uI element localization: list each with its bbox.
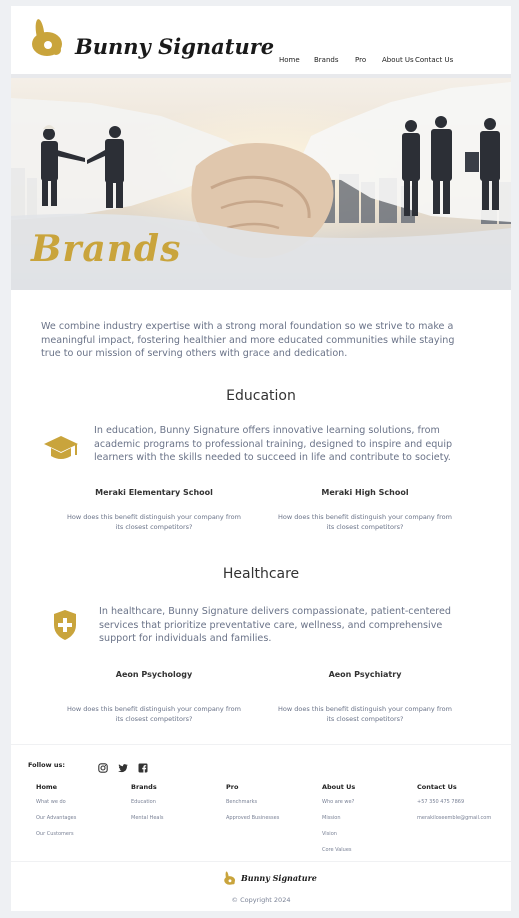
- facebook-icon[interactable]: [138, 758, 148, 773]
- item-title-meraki-high: Meraki High School: [321, 488, 409, 497]
- footer-link[interactable]: Our Customers: [36, 831, 76, 837]
- footer-heading: Brands: [131, 783, 157, 791]
- shield-plus-icon: [53, 609, 77, 641]
- footer-link[interactable]: Benchmarks: [226, 799, 279, 805]
- item-desc-aeon-psychiatry: How does this benefit distinguish your c…: [278, 705, 452, 723]
- education-text: In education, Bunny Signature offers inn…: [94, 425, 453, 463]
- item-desc-meraki-high: How does this benefit distinguish your c…: [278, 513, 452, 531]
- nav-brands[interactable]: Brands: [314, 56, 339, 64]
- footer-email[interactable]: merakiloseemble@gmail.com: [417, 815, 491, 821]
- healthcare-title: Healthcare: [222, 566, 300, 582]
- footer-link[interactable]: Approved Businesses: [226, 815, 279, 821]
- footer-heading: About Us: [322, 783, 356, 791]
- copyright: © Copyright 2024: [231, 896, 291, 904]
- footer-link[interactable]: Our Advantages: [36, 815, 76, 821]
- footer-heading: Contact Us: [417, 783, 457, 791]
- bunny-logo-icon: [32, 19, 62, 56]
- item-title-aeon-psychiatry: Aeon Psychiatry: [328, 670, 402, 679]
- header: Bunny Signature Home Brands Pro About Us…: [11, 6, 511, 74]
- footer-column-brands: Brands Education Mental Heals: [131, 783, 163, 831]
- footer-heading: Pro: [226, 783, 239, 791]
- item-desc-meraki-elementary: How does this benefit distinguish your c…: [67, 513, 241, 531]
- follow-us-label: Follow us:: [28, 761, 65, 769]
- item-title-meraki-elementary: Meraki Elementary School: [95, 488, 213, 497]
- footer-divider: [11, 861, 511, 862]
- footer-column-about-us: About Us Who are we? Mission Vision Core…: [322, 783, 355, 863]
- footer-brand-name: Bunny Signature: [241, 873, 317, 883]
- nav-pro[interactable]: Pro: [355, 56, 366, 64]
- item-desc-aeon-psychology: How does this benefit distinguish your c…: [67, 705, 241, 723]
- page: Bunny Signature Home Brands Pro About Us…: [11, 6, 511, 911]
- item-title-aeon-psychology: Aeon Psychology: [115, 670, 193, 679]
- footer-link[interactable]: Vision: [322, 831, 355, 837]
- twitter-icon[interactable]: [118, 758, 128, 773]
- intro-paragraph: We combine industry expertise with a str…: [41, 321, 455, 359]
- brand-logo[interactable]: Bunny Signature: [23, 14, 274, 66]
- bunny-logo-icon: [224, 871, 236, 885]
- footer-link[interactable]: Education: [131, 799, 163, 805]
- instagram-icon[interactable]: [98, 758, 108, 773]
- hero-banner: Brands: [11, 78, 511, 290]
- footer-phone[interactable]: +57 350 475 7869: [417, 799, 491, 805]
- footer-link[interactable]: Mission: [322, 815, 355, 821]
- nav-about-us[interactable]: About Us: [382, 56, 414, 64]
- healthcare-text: In healthcare, Bunny Signature delivers …: [99, 606, 451, 644]
- footer-link[interactable]: Mental Heals: [131, 815, 163, 821]
- footer-column-home: Home What we do Our Advantages Our Custo…: [36, 783, 76, 847]
- footer-link[interactable]: Who are we?: [322, 799, 355, 805]
- graduation-cap-icon: [43, 434, 79, 464]
- footer-heading: Home: [36, 783, 58, 791]
- footer-logo[interactable]: Bunny Signature: [221, 867, 317, 891]
- footer: Follow us: Home What we do Our Advantage…: [11, 744, 511, 911]
- nav-contact-us[interactable]: Contact Us: [415, 56, 453, 64]
- education-title: Education: [226, 388, 296, 404]
- footer-link[interactable]: Core Values: [322, 847, 355, 853]
- nav-home[interactable]: Home: [279, 56, 300, 64]
- brand-name: Bunny Signature: [75, 34, 275, 59]
- footer-column-contact-us: Contact Us +57 350 475 7869 merakiloseem…: [417, 783, 491, 831]
- hero-title: Brands: [31, 228, 182, 270]
- footer-column-pro: Pro Benchmarks Approved Businesses: [226, 783, 279, 831]
- footer-link[interactable]: What we do: [36, 799, 76, 805]
